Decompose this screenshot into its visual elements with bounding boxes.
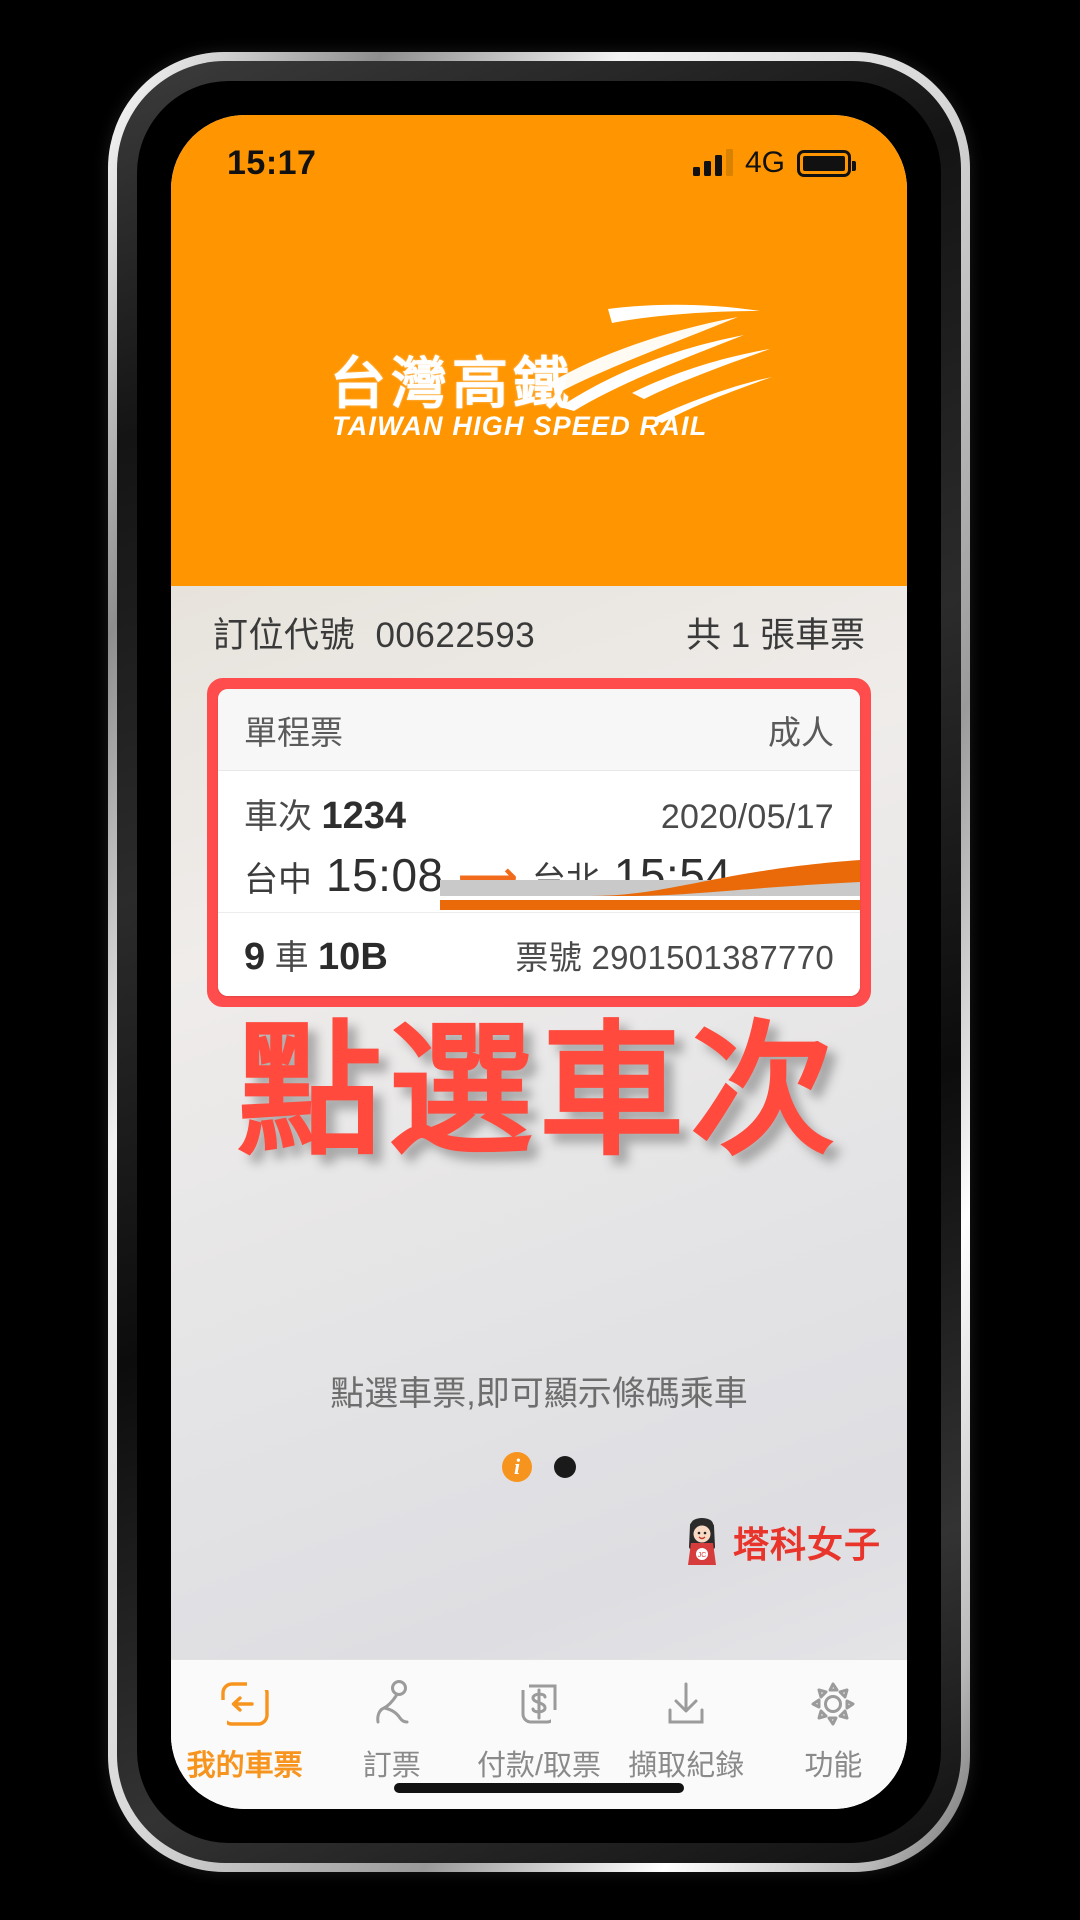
watermark: JC 塔科女子 [679,1516,881,1568]
train-row: 車次 1234 2020/05/17 [244,789,834,838]
booking-code: 訂位代號 00622593 [213,607,535,658]
phone-bezel-mid: 15:17 4G 台灣高鐵 TAIWAN HIGH SPEED RAIL 訂位代… [117,61,961,1863]
booking-code-value: 00622593 [375,615,536,655]
origin-station: 台中 [244,861,312,899]
network-type-label: 4G [744,146,785,179]
train-number-group: 車次 1234 [244,789,406,838]
tab-label: 我的車票 [186,1750,303,1782]
screenshot-root: 15:17 4G 台灣高鐵 TAIWAN HIGH SPEED RAIL 訂位代… [0,0,1080,1920]
ticket-card[interactable]: 單程票 成人 車次 1234 2020/05/17 台中 15:08 ⟶ 15:… [218,689,860,996]
seat-number: 10B [318,936,388,978]
thsr-logo: 台灣高鐵 TAIWAN HIGH SPEED RAIL [324,304,772,469]
app-header: 台灣高鐵 TAIWAN HIGH SPEED RAIL [171,201,907,586]
ticket-card-header: 單程票 成人 [218,689,860,771]
ticket-card-footer: 9 車 10B 票號 2901501387770 [218,912,860,996]
tab-label: 擷取紀錄 [628,1750,745,1782]
tab-functions[interactable]: 功能 [760,1676,907,1784]
status-time: 15:17 [227,143,317,182]
tab-label: 付款/取票 [476,1750,602,1782]
main-content: 訂位代號 00622593 共 1 張車票 單程票 成人 車次 1234 202… [171,586,907,1809]
my-ticket-icon [218,1676,271,1732]
watermark-text: 塔科女子 [732,1525,881,1566]
hint-text: 點選車票,即可顯示條碼乘車 [330,1375,748,1413]
train-number: 1234 [321,795,406,837]
ticket-number-value: 2901501387770 [591,938,834,976]
thsr-swoosh-icon [546,304,772,423]
ticket-type: 單程票 [244,713,343,751]
svg-text:JC: JC [698,1552,707,1559]
travel-date: 2020/05/17 [660,798,834,836]
tab-payment[interactable]: 付款/取票 [465,1676,612,1784]
booking-code-label: 訂位代號 [213,615,356,655]
phone-bezel-inner: 15:17 4G 台灣高鐵 TAIWAN HIGH SPEED RAIL 訂位代… [137,81,941,1843]
ticket-card-body: 車次 1234 2020/05/17 台中 15:08 ⟶ 15:54 [218,771,860,912]
page-indicator[interactable]: i [171,1452,907,1482]
annotation-overlay: 點選車次 [237,1007,841,1176]
car-number: 9 [244,936,266,978]
depart-time: 15:08 [326,849,444,901]
phone-frame: 15:17 4G 台灣高鐵 TAIWAN HIGH SPEED RAIL 訂位代… [108,52,970,1872]
gear-icon [807,1676,859,1732]
ticket-number-label: 票號 [515,938,583,976]
tab-label: 功能 [804,1750,863,1782]
car-unit-label: 車 [274,939,309,977]
train-label: 車次 [244,798,312,836]
info-dot-icon[interactable]: i [502,1452,532,1482]
download-record-icon [660,1676,712,1732]
status-indicators: 4G [692,146,856,180]
ticket-number-group: 票號 2901501387770 [515,931,834,979]
ticket-highlight-box: 單程票 成人 車次 1234 2020/05/17 台中 15:08 ⟶ 15:… [207,678,871,1007]
battery-full-icon [797,149,856,177]
page-dot[interactable] [554,1456,576,1478]
train-nose-illustration [440,860,860,910]
girl-avatar-icon: JC [687,1518,716,1565]
home-indicator[interactable] [394,1783,684,1793]
signal-bars-icon [692,149,733,176]
tab-booking[interactable]: 訂票 [318,1676,465,1784]
status-bar: 15:17 4G [171,115,907,201]
seat-booking-icon [366,1676,418,1732]
phone-screen: 15:17 4G 台灣高鐵 TAIWAN HIGH SPEED RAIL 訂位代… [171,115,907,1809]
tab-my-tickets[interactable]: 我的車票 [171,1676,318,1784]
payment-dollar-icon [513,1676,565,1732]
seat-info: 9 車 10B [244,930,388,979]
tab-label: 訂票 [362,1750,421,1782]
passenger-type: 成人 [768,713,834,751]
ticket-count: 共 1 張車票 [686,615,865,655]
tab-download-records[interactable]: 擷取紀錄 [613,1676,760,1784]
booking-info-row: 訂位代號 00622593 共 1 張車票 [171,586,907,678]
